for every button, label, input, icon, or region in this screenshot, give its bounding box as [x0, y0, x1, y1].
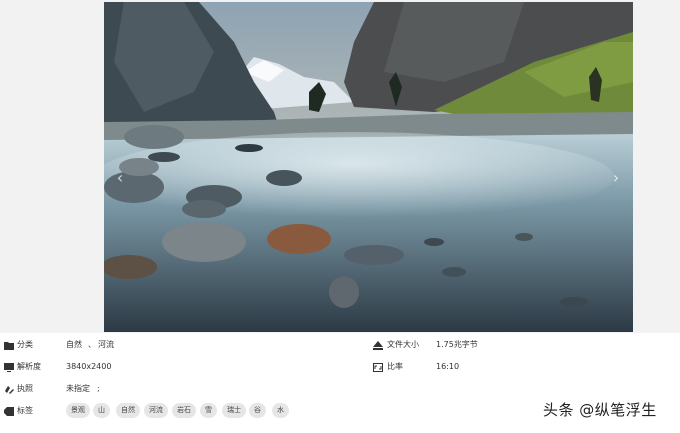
tag-chip[interactable]: 岩石 [172, 403, 196, 418]
filesize-value: 1.75兆字节 [436, 340, 478, 349]
filesize-label: 文件大小 [387, 340, 419, 349]
ratio-value: 16:10 [436, 362, 460, 371]
eject-icon [373, 341, 383, 350]
next-image-button[interactable]: › [609, 168, 623, 188]
tags-label: 标签 [17, 406, 33, 415]
ratio-row: 比率 16:10 [0, 357, 680, 377]
license-extra: ; [97, 384, 100, 393]
tag-chip[interactable]: 自然 [116, 403, 140, 418]
tag-icon [4, 407, 14, 416]
tag-chip[interactable]: 水 [272, 403, 289, 418]
ratio-label: 比率 [387, 362, 403, 371]
tag-chip[interactable]: 山 [93, 403, 110, 418]
license-value: 未指定 [66, 384, 90, 393]
tag-chip[interactable]: 瑞士 [222, 403, 246, 418]
previous-image-button[interactable]: ‹ [113, 168, 127, 188]
license-label: 执照 [17, 384, 33, 393]
image-viewer: ‹ › [0, 0, 680, 333]
tag-chip[interactable]: 景观 [66, 403, 90, 418]
wallpaper-image[interactable] [104, 2, 633, 332]
watermark-text: 头条 @纵笔浮生 [543, 401, 657, 419]
license-icon [5, 386, 14, 394]
tag-chip[interactable]: 雪 [200, 403, 217, 418]
filesize-row: 文件大小 1.75兆字节 [0, 335, 680, 355]
tag-chip[interactable]: 谷 [249, 403, 266, 418]
tag-chip[interactable]: 河流 [144, 403, 168, 418]
aspect-ratio-icon [373, 363, 383, 372]
